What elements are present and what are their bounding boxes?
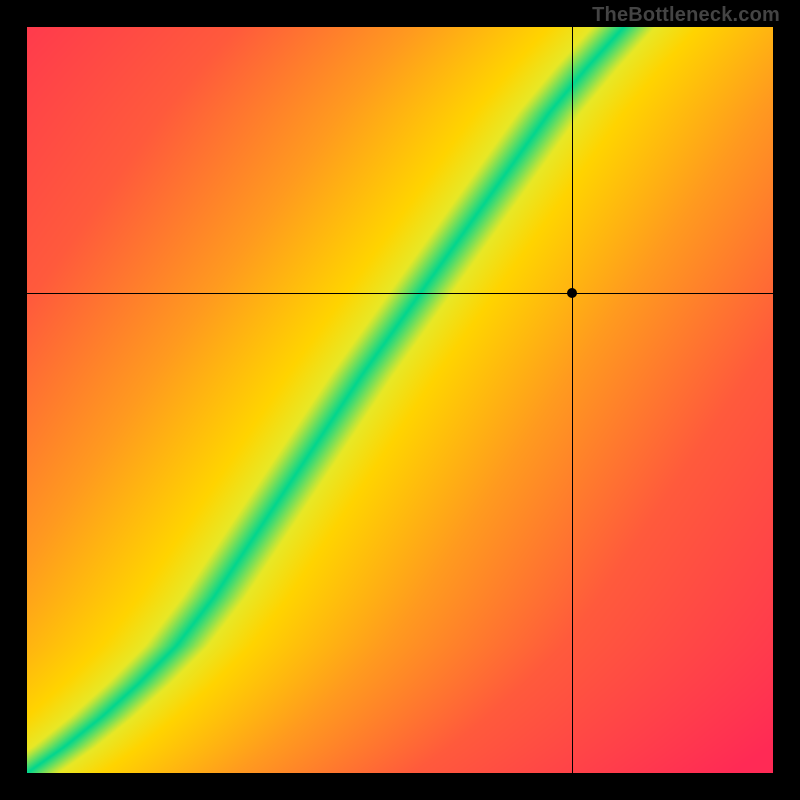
attribution-label: TheBottleneck.com (592, 4, 780, 27)
heatmap-canvas (27, 27, 773, 773)
chart-frame: TheBottleneck.com (0, 0, 800, 800)
crosshair-horizontal (27, 293, 773, 294)
selection-marker (567, 288, 577, 298)
crosshair-vertical (572, 27, 573, 773)
plot-area (27, 27, 773, 773)
